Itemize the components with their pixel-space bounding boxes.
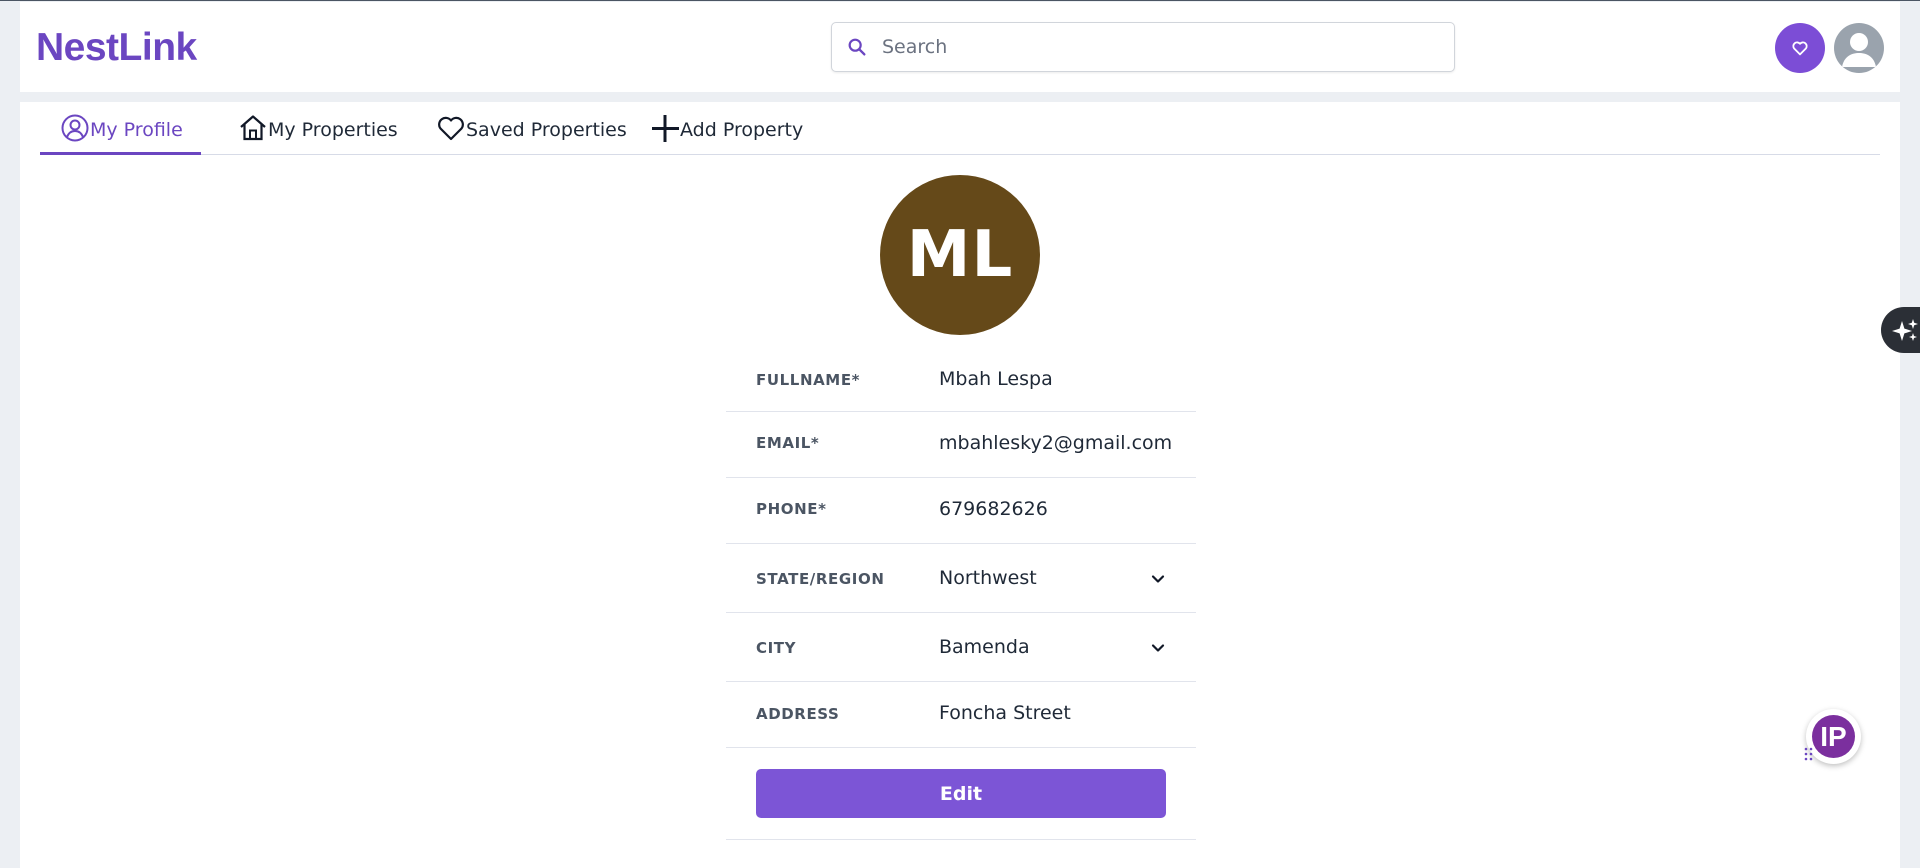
state-region-select-value[interactable]: Northwest: [939, 567, 1037, 589]
search-icon: [848, 38, 866, 56]
email-value: mbahlesky2@gmail.com: [939, 432, 1173, 454]
account-avatar-button[interactable]: [1834, 23, 1884, 73]
ai-assistant-button[interactable]: [1881, 307, 1920, 353]
field-label: CITY: [756, 639, 797, 657]
field-label: PHONE*: [756, 500, 827, 518]
home-icon: [240, 115, 266, 141]
tab-my-profile[interactable]: My Profile: [40, 112, 201, 155]
field-row-city[interactable]: CITY Bamenda: [726, 613, 1196, 682]
field-row-phone: PHONE* 679682626: [726, 478, 1196, 544]
tab-label: My Properties: [268, 119, 398, 141]
field-label: EMAIL*: [756, 434, 820, 452]
top-header: NestLink: [20, 2, 1900, 92]
chevron-down-icon[interactable]: [1150, 571, 1166, 587]
profile-avatar: ML: [880, 175, 1040, 335]
tab-add-property[interactable]: Add Property: [650, 112, 803, 155]
field-row-address: ADDRESS Foncha Street: [726, 682, 1196, 748]
profile-tabs: My Profile My Properties Saved Propertie…: [40, 102, 1880, 155]
tab-saved-properties[interactable]: Saved Properties: [436, 112, 627, 155]
sparkles-icon: [1892, 319, 1918, 341]
user-icon: [1842, 33, 1876, 67]
tab-label: Add Property: [680, 119, 804, 141]
drag-handle-icon[interactable]: [1804, 747, 1814, 761]
field-label: ADDRESS: [756, 705, 840, 723]
fullname-value: Mbah Lespa: [939, 368, 1053, 390]
edit-button[interactable]: Edit: [756, 769, 1166, 818]
field-row-fullname: FULLNAME* Mbah Lespa: [726, 351, 1196, 412]
tab-label: Saved Properties: [466, 119, 627, 141]
city-select-value[interactable]: Bamenda: [939, 636, 1030, 658]
heart-icon: [1792, 41, 1808, 56]
profile-fields: FULLNAME* Mbah Lespa EMAIL* mbahlesky2@g…: [726, 351, 1196, 840]
edit-row: Edit: [726, 748, 1196, 840]
user-circle-icon: [61, 114, 89, 142]
field-label: STATE/REGION: [756, 570, 885, 588]
heart-icon: [438, 116, 464, 141]
profile-panel: My Profile My Properties Saved Propertie…: [20, 102, 1900, 868]
tab-label: My Profile: [90, 119, 183, 141]
search-input[interactable]: [882, 33, 1442, 61]
field-row-email: EMAIL* mbahlesky2@gmail.com: [726, 412, 1196, 478]
ip-widget-button[interactable]: IP: [1804, 709, 1861, 764]
app-logo[interactable]: NestLink: [36, 26, 197, 70]
chevron-down-icon[interactable]: [1150, 640, 1166, 656]
field-row-state-region[interactable]: STATE/REGION Northwest: [726, 544, 1196, 613]
tab-my-properties[interactable]: My Properties: [238, 112, 398, 155]
search-box[interactable]: [831, 22, 1455, 72]
phone-value: 679682626: [939, 498, 1048, 520]
address-value: Foncha Street: [939, 702, 1071, 724]
ip-badge: IP: [1812, 715, 1855, 758]
field-label: FULLNAME*: [756, 371, 861, 389]
favorites-button[interactable]: [1775, 23, 1825, 73]
plus-icon: [652, 115, 679, 142]
